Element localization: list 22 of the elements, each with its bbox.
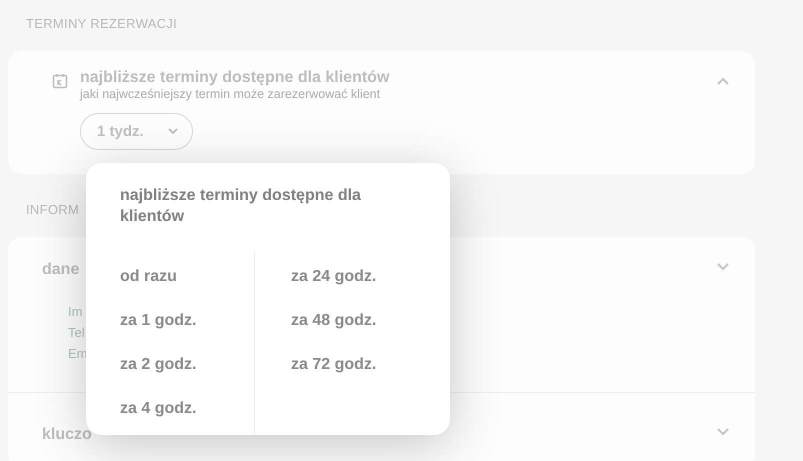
- menu-option[interactable]: za 48 godz.: [291, 311, 376, 331]
- field-label: Tel: [68, 324, 86, 342]
- menu-option[interactable]: za 24 godz.: [291, 267, 376, 287]
- menu-option[interactable]: za 4 godz.: [120, 399, 196, 419]
- chevron-down-icon[interactable]: [717, 428, 729, 436]
- setting-description: jaki najwcześniejszy termin może zarezerwować klient: [80, 87, 382, 101]
- setting-title: najbliższe terminy dostępne dla klientów: [80, 69, 390, 87]
- card-title: dane: [42, 261, 80, 279]
- menu-option[interactable]: od razu: [120, 267, 177, 287]
- menu-option[interactable]: za 2 godz.: [120, 355, 196, 375]
- duration-dropdown[interactable]: 1 tydz.: [80, 113, 193, 150]
- card-title: kluczo: [42, 426, 92, 444]
- section-heading: INFORM: [26, 202, 80, 217]
- field-label: Im: [68, 303, 84, 321]
- chevron-down-icon[interactable]: [717, 263, 729, 271]
- menu-title: najbliższe terminy dostępne dla klientów: [120, 186, 362, 227]
- chevron-down-icon: [168, 128, 178, 135]
- chevron-up-icon[interactable]: [717, 77, 729, 85]
- calendar-icon: [52, 73, 68, 89]
- section-heading: TERMINY REZERWACJI: [26, 16, 178, 31]
- menu-option[interactable]: za 1 godz.: [120, 311, 196, 331]
- menu-option[interactable]: za 72 godz.: [291, 355, 376, 375]
